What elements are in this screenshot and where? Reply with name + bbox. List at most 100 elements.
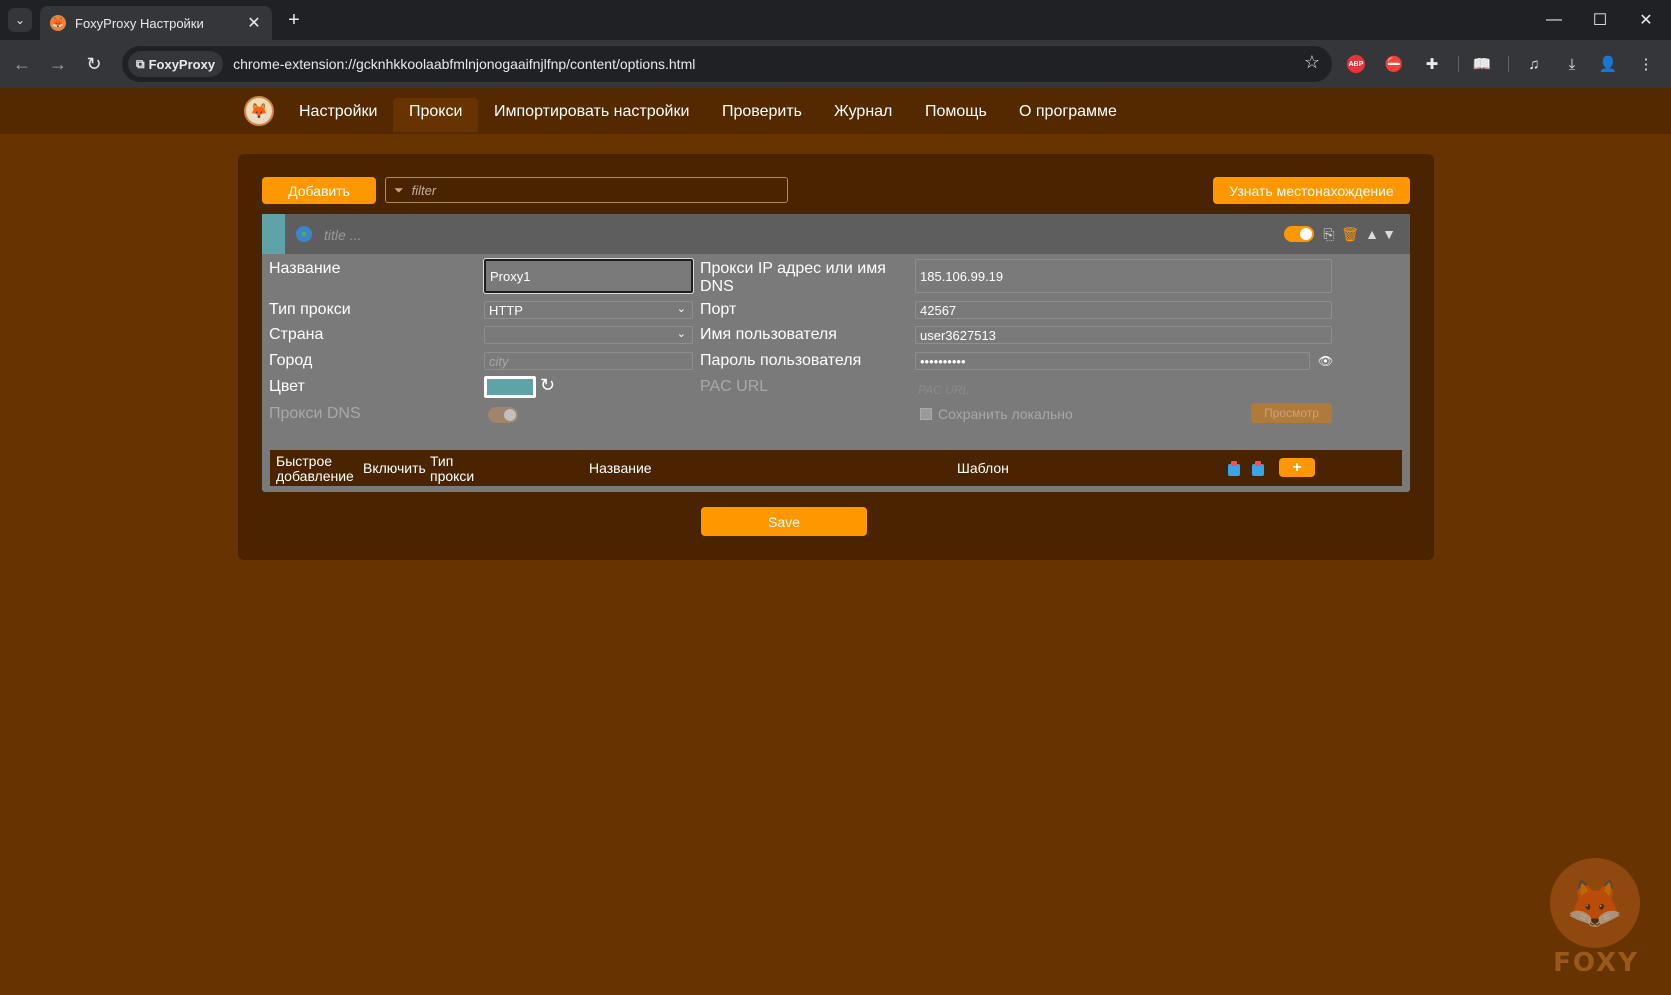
address-bar[interactable]: ⧉ FoxyProxy chrome-extension://gcknhkkoo…	[122, 46, 1332, 82]
color-picker[interactable]	[484, 376, 536, 398]
name-column: Название	[589, 460, 652, 476]
tab-proxies[interactable]: Прокси	[393, 98, 479, 132]
host-input[interactable]: 185.106.99.19	[915, 259, 1332, 293]
save-button[interactable]: Save	[701, 507, 867, 536]
proxy-title-input[interactable]	[322, 224, 626, 246]
toolbar-divider	[1508, 56, 1509, 72]
extensions-puzzle-icon[interactable]: ✚	[1420, 52, 1444, 76]
tab-log[interactable]: Журнал	[818, 100, 908, 134]
chevron-down-icon: ⌄	[676, 303, 686, 315]
tab-settings[interactable]: Настройки	[283, 100, 393, 134]
proxy-enable-toggle[interactable]	[1284, 226, 1314, 242]
import-patterns-icon[interactable]	[1228, 461, 1240, 476]
reload-icon[interactable]: ↻	[82, 52, 106, 76]
browser-titlebar: ⌄ 🦊 FoxyProxy Настройки ✕ + — ☐ ✕	[0, 0, 1671, 40]
password-input[interactable]: ••••••••••	[915, 352, 1310, 370]
view-pac-button[interactable]: Просмотр	[1251, 403, 1332, 423]
patterns-header: Быстрое добавление Включить Тип прокси Н…	[270, 450, 1402, 486]
foxyproxy-logo-icon[interactable]: 🦊	[244, 96, 274, 126]
password-label: Пароль пользователя	[700, 352, 862, 369]
site-chip-label: FoxyProxy	[148, 56, 216, 72]
toolbar-divider	[1458, 56, 1459, 72]
proxy-type-value: HTTP	[489, 302, 523, 318]
color-swatch-fill	[487, 379, 533, 395]
country-select[interactable]: ⌄	[484, 326, 693, 344]
menu-kebab-icon[interactable]: ⋮	[1634, 52, 1658, 76]
country-label: Страна	[269, 326, 324, 343]
foxyproxy-favicon-icon: 🦊	[50, 15, 66, 31]
proxy-card-header: ● ⎘ 🗑 ▲ ▼	[262, 214, 1410, 254]
move-down-icon[interactable]: ▼	[1381, 225, 1397, 243]
quick-add-column: Быстрое добавление	[276, 453, 354, 484]
save-local-label: Сохранить локально	[938, 406, 1073, 422]
pac-url-label: PAC URL	[700, 378, 769, 395]
tab-close-icon[interactable]: ✕	[244, 13, 264, 33]
proxy-dns-label: Прокси DNS	[269, 405, 361, 422]
reading-mode-icon[interactable]: 📖	[1470, 52, 1494, 76]
username-input[interactable]: user3627513	[915, 326, 1332, 344]
show-password-eye-icon[interactable]: 👁	[1318, 352, 1333, 370]
type-column: Тип прокси	[430, 453, 475, 484]
chevron-down-icon: ⌄	[676, 328, 686, 340]
port-input[interactable]: 42567	[915, 301, 1332, 319]
block-extension-icon[interactable]: ⛔	[1382, 52, 1406, 76]
tab-test[interactable]: Проверить	[706, 100, 818, 134]
proxies-panel: Добавить ⏷ Узнать местонахождение ● ⎘ 🗑 …	[238, 154, 1434, 560]
tab-search-button[interactable]: ⌄	[8, 8, 32, 32]
minimize-icon[interactable]: —	[1531, 0, 1577, 40]
city-input[interactable]: city	[484, 352, 693, 370]
name-label: Название	[269, 260, 341, 277]
add-pattern-button[interactable]: +	[1279, 458, 1315, 477]
add-proxy-button[interactable]: Добавить	[262, 177, 376, 204]
proxy-type-label: Тип прокси	[269, 301, 351, 318]
browser-toolbar: ← → ↻ ⧉ FoxyProxy chrome-extension://gck…	[0, 40, 1671, 88]
options-page: 🦊 Настройки Прокси Импортировать настрой…	[0, 88, 1671, 995]
tab-title: FoxyProxy Настройки	[75, 15, 204, 31]
tab-help[interactable]: Помощь	[909, 100, 1003, 134]
adblock-extension-icon[interactable]: ABP	[1344, 52, 1368, 76]
site-info-chip[interactable]: ⧉ FoxyProxy	[128, 51, 224, 77]
back-icon[interactable]: ←	[10, 52, 34, 76]
top-navigation: 🦊 Настройки Прокси Импортировать настрой…	[0, 88, 1671, 134]
enable-column: Включить	[363, 460, 426, 476]
color-label: Цвет	[269, 378, 305, 395]
add-default-patterns-icon[interactable]	[1252, 461, 1264, 476]
foxyproxy-watermark-logo: 🦊 FOXY	[1530, 858, 1650, 988]
pattern-column: Шаблон	[957, 460, 1009, 476]
maximize-icon[interactable]: ☐	[1577, 0, 1623, 40]
profile-avatar[interactable]: 👤	[1596, 52, 1620, 76]
watermark-text: FOXY	[1553, 948, 1639, 978]
proxy-card: ● ⎘ 🗑 ▲ ▼ Название Proxy1 Тип прокси HTT…	[262, 214, 1410, 492]
proxy-type-select[interactable]: HTTP ⌄	[484, 301, 693, 319]
username-label: Имя пользователя	[700, 326, 837, 343]
move-up-icon[interactable]: ▲	[1364, 225, 1380, 243]
duplicate-icon[interactable]: ⎘	[1321, 225, 1337, 243]
tab-about[interactable]: О программе	[1003, 100, 1133, 134]
city-label: Город	[269, 352, 313, 369]
media-control-icon[interactable]: ♫	[1522, 52, 1546, 76]
new-tab-button[interactable]: +	[282, 8, 306, 32]
globe-icon: ●	[296, 226, 312, 242]
delete-trash-icon[interactable]: 🗑	[1341, 225, 1359, 243]
port-label: Порт	[700, 301, 737, 318]
forward-icon[interactable]: →	[46, 52, 70, 76]
tab-import[interactable]: Импортировать настройки	[478, 100, 705, 134]
random-color-refresh-icon[interactable]: ↻	[540, 375, 555, 396]
url-text[interactable]: chrome-extension://gcknhkkoolaabfmlnjono…	[233, 56, 695, 72]
get-location-button[interactable]: Узнать местонахождение	[1213, 177, 1410, 204]
bookmark-star-icon[interactable]: ☆	[1304, 52, 1320, 73]
save-local-checkbox[interactable]	[920, 408, 932, 420]
proxy-dns-toggle[interactable]	[488, 407, 518, 423]
fox-head-icon: 🦊	[1550, 858, 1640, 948]
proxy-color-strip	[262, 214, 285, 254]
filter-box: ⏷	[385, 177, 788, 203]
filter-funnel-icon: ⏷	[394, 182, 404, 197]
browser-tab[interactable]: 🦊 FoxyProxy Настройки ✕	[40, 6, 272, 40]
filter-input[interactable]	[409, 181, 764, 199]
host-label: Прокси IP адрес или имя DNS	[700, 260, 886, 295]
extension-icon: ⧉	[136, 56, 145, 71]
close-window-icon[interactable]: ✕	[1623, 0, 1669, 40]
proxy-name-input[interactable]: Proxy1	[483, 258, 694, 294]
download-icon[interactable]: ⤓	[1560, 52, 1584, 76]
pac-url-input[interactable]: PAC URL	[918, 381, 969, 399]
